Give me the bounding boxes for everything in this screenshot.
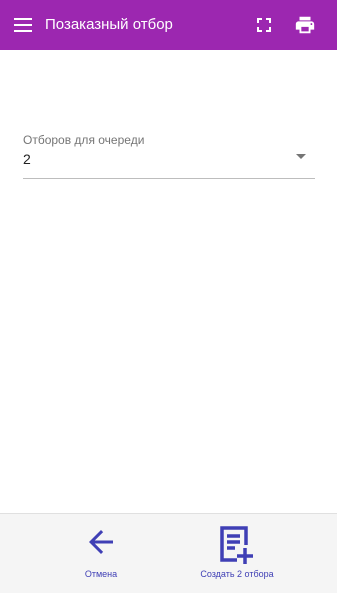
app-bar: Позаказный отбор: [0, 0, 337, 50]
page-title: Позаказный отбор: [45, 16, 173, 33]
cancel-button[interactable]: Отмена: [61, 514, 141, 593]
dropdown-arrow-icon[interactable]: [295, 148, 307, 159]
note-add-icon: [216, 524, 258, 571]
queue-picks-select[interactable]: Отборов для очереди 2: [23, 131, 315, 179]
bottom-action-bar: Отмена Создать 2 отбора: [0, 513, 337, 593]
menu-icon[interactable]: [13, 15, 33, 35]
cancel-label: Отмена: [84, 569, 118, 579]
create-picks-label: Создать 2 отбора: [200, 569, 274, 579]
queue-picks-value: 2: [23, 151, 31, 167]
app-screen: Позаказный отбор Отборов для очереди 2 О…: [0, 0, 337, 593]
queue-picks-label: Отборов для очереди: [23, 133, 145, 147]
fullscreen-icon[interactable]: [255, 16, 273, 34]
arrow-back-icon: [83, 524, 119, 565]
select-underline: [23, 178, 315, 179]
print-icon[interactable]: [294, 14, 316, 36]
create-picks-button[interactable]: Создать 2 отбора: [197, 514, 277, 593]
